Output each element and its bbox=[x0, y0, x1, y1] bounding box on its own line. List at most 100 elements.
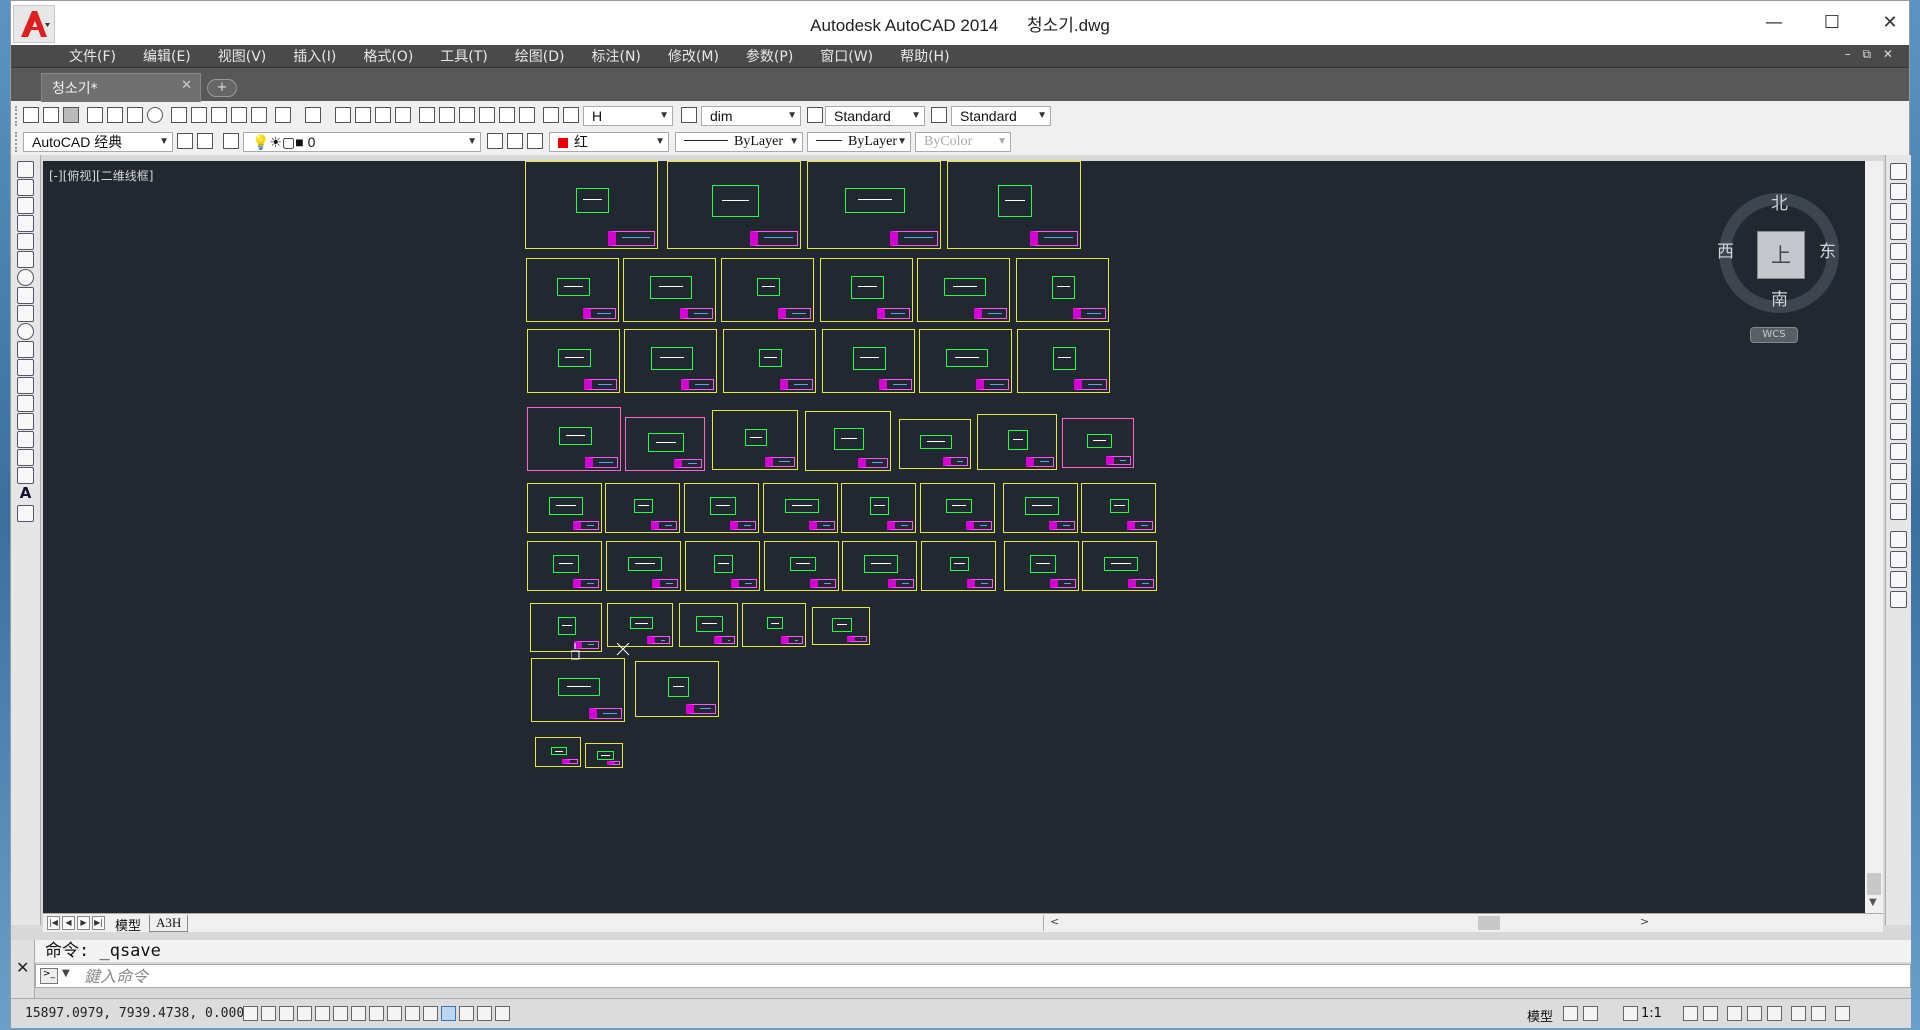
drawing-sheet[interactable] bbox=[525, 161, 658, 249]
layer-select[interactable]: 💡☀▢■ 0 ▼ bbox=[243, 132, 481, 152]
hatch-icon[interactable] bbox=[17, 413, 34, 430]
drawing-sheet[interactable] bbox=[585, 743, 623, 768]
auto-scale-icon[interactable] bbox=[1703, 1006, 1718, 1021]
table-style-icon[interactable] bbox=[807, 107, 823, 123]
extend-icon[interactable] bbox=[1890, 363, 1907, 380]
drawing-sheet[interactable] bbox=[947, 161, 1081, 249]
table-style-select[interactable]: Standard ▼ bbox=[825, 106, 925, 126]
transparency-icon[interactable] bbox=[441, 1006, 456, 1021]
wcs-menu-button[interactable]: WCS bbox=[1750, 327, 1798, 343]
vertical-scroll-thumb[interactable] bbox=[1867, 873, 1881, 895]
add-selected-icon[interactable] bbox=[17, 505, 34, 522]
viewcube-east-label[interactable]: 东 bbox=[1819, 237, 1836, 262]
new-tab-button[interactable]: + bbox=[207, 79, 237, 97]
drawing-sheet[interactable] bbox=[920, 483, 995, 533]
break-at-point-icon[interactable] bbox=[1890, 383, 1907, 400]
move-icon[interactable] bbox=[1890, 263, 1907, 280]
viewcube-west-label[interactable]: 西 bbox=[1717, 237, 1734, 262]
copy-object-icon[interactable] bbox=[1890, 183, 1907, 200]
save-icon[interactable] bbox=[63, 107, 79, 123]
markup-set-icon[interactable] bbox=[499, 107, 515, 123]
drawing-sheet[interactable] bbox=[841, 483, 916, 533]
command-prompt-icon[interactable]: >_ bbox=[40, 968, 58, 984]
viewcube-top-face[interactable]: 上 bbox=[1757, 231, 1805, 279]
plot-preview-icon[interactable] bbox=[107, 107, 123, 123]
copy-icon[interactable] bbox=[191, 107, 207, 123]
annotation-scale-value[interactable]: 1:1 bbox=[1641, 1006, 1662, 1021]
command-input[interactable] bbox=[84, 967, 784, 985]
menu-format[interactable]: 格式(O) bbox=[363, 46, 413, 66]
fillet-icon[interactable] bbox=[1890, 463, 1907, 480]
dynamic-input-icon[interactable] bbox=[405, 1006, 420, 1021]
lineweight-display-icon[interactable] bbox=[423, 1006, 438, 1021]
text-style-select[interactable]: H ▼ bbox=[583, 106, 673, 126]
drawing-sheet[interactable] bbox=[685, 541, 760, 591]
zoom-previous-icon[interactable] bbox=[395, 107, 411, 123]
rotate-icon[interactable] bbox=[1890, 283, 1907, 300]
model-space-label[interactable]: 模型 bbox=[1527, 1006, 1553, 1025]
polyline-icon[interactable] bbox=[17, 197, 34, 214]
drawing-sheet[interactable] bbox=[721, 258, 814, 322]
arc-icon[interactable] bbox=[17, 251, 34, 268]
quickcalc-icon[interactable] bbox=[519, 107, 535, 123]
scroll-down-icon[interactable]: ▼ bbox=[1869, 897, 1877, 908]
drawing-sheet[interactable] bbox=[1062, 418, 1134, 468]
snap-mode-icon[interactable] bbox=[261, 1006, 276, 1021]
next-layout-button[interactable]: ▶ bbox=[77, 916, 90, 930]
drawing-sheet[interactable] bbox=[527, 329, 620, 393]
new-file-icon[interactable] bbox=[23, 107, 39, 123]
undo-icon[interactable] bbox=[275, 107, 291, 123]
publish-icon[interactable] bbox=[127, 107, 143, 123]
drawing-sheet[interactable] bbox=[723, 329, 816, 393]
selection-cycling-icon[interactable] bbox=[477, 1006, 492, 1021]
3d-dwf-icon[interactable] bbox=[147, 107, 163, 123]
match-properties-icon[interactable] bbox=[231, 107, 247, 123]
drawing-sheet[interactable] bbox=[624, 329, 717, 393]
ellipse-arc-icon[interactable] bbox=[17, 341, 34, 358]
cut-icon[interactable] bbox=[171, 107, 187, 123]
command-input-box[interactable]: >_ ▼ bbox=[35, 964, 1911, 988]
drawing-sheet[interactable] bbox=[1004, 541, 1079, 591]
make-current-layer-icon[interactable] bbox=[487, 133, 503, 149]
drawing-sheet[interactable] bbox=[535, 737, 581, 767]
cursor-coordinates[interactable]: 15897.0979, 7939.4738, 0.0000 bbox=[25, 1006, 252, 1021]
break-icon[interactable] bbox=[1890, 403, 1907, 420]
viewport-controls-label[interactable]: [-][俯视][二维线框] bbox=[49, 167, 153, 184]
circle-icon[interactable] bbox=[17, 269, 34, 286]
drawing-sheet[interactable] bbox=[842, 541, 917, 591]
layout-tab-a3h[interactable]: A3H bbox=[149, 915, 189, 932]
menu-dimension[interactable]: 标注(N) bbox=[592, 46, 641, 66]
model-tab[interactable]: 模型 bbox=[109, 915, 147, 934]
lineweight-select[interactable]: ByLayer ▼ bbox=[807, 132, 911, 152]
construction-line-icon[interactable] bbox=[17, 179, 34, 196]
drawing-sheet[interactable] bbox=[1003, 483, 1078, 533]
drawing-sheet[interactable] bbox=[526, 258, 619, 322]
open-file-icon[interactable] bbox=[43, 107, 59, 123]
block-editor-icon[interactable] bbox=[251, 107, 267, 123]
menu-window[interactable]: 窗口(W) bbox=[820, 46, 873, 66]
point-icon[interactable] bbox=[17, 395, 34, 412]
close-button[interactable]: ✕ bbox=[1861, 7, 1919, 37]
workspace-settings-icon[interactable] bbox=[177, 133, 193, 149]
ortho-mode-icon[interactable] bbox=[297, 1006, 312, 1021]
layer-state-icon[interactable] bbox=[527, 133, 543, 149]
drawing-sheet[interactable] bbox=[679, 603, 738, 647]
minimize-button[interactable]: — bbox=[1745, 7, 1803, 37]
send-under-icon[interactable] bbox=[1890, 591, 1907, 608]
workspace-switching-gear-icon[interactable] bbox=[1727, 1006, 1742, 1021]
menu-view[interactable]: 视图(V) bbox=[218, 46, 267, 66]
3d-object-snap-icon[interactable] bbox=[351, 1006, 366, 1021]
quick-view-layouts-icon[interactable] bbox=[1563, 1006, 1578, 1021]
annotation-visibility-icon[interactable] bbox=[1683, 1006, 1698, 1021]
horizontal-scroll-thumb[interactable] bbox=[1478, 916, 1500, 930]
drawing-sheet[interactable] bbox=[822, 329, 915, 393]
viewcube[interactable]: 上 北 南 东 西 bbox=[1715, 189, 1843, 317]
region-icon[interactable] bbox=[17, 449, 34, 466]
rectangle-icon[interactable] bbox=[17, 233, 34, 250]
drawing-sheet[interactable] bbox=[606, 541, 681, 591]
menu-modify[interactable]: 修改(M) bbox=[668, 46, 719, 66]
drawing-canvas[interactable]: [-][俯视][二维线框] 上 北 南 东 西 WCS ▼ bbox=[43, 161, 1883, 913]
grid-display-icon[interactable] bbox=[279, 1006, 294, 1021]
insert-block-icon[interactable] bbox=[17, 359, 34, 376]
zoom-window-icon[interactable] bbox=[375, 107, 391, 123]
